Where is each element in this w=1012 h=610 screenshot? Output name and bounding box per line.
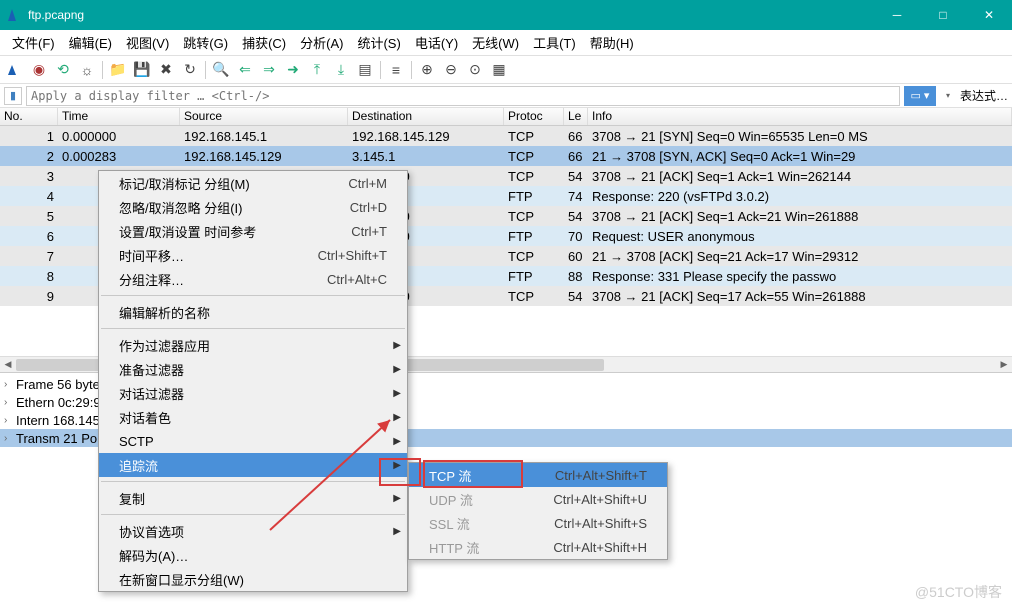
table-row[interactable]: 10.000000192.168.145.1192.168.145.129TCP… bbox=[0, 126, 1012, 146]
menu-item[interactable]: 追踪流▶ bbox=[99, 453, 407, 477]
menu-item[interactable]: 作为过滤器应用▶ bbox=[99, 333, 407, 357]
menu-item[interactable]: SCTP▶ bbox=[99, 429, 407, 453]
display-filter-input[interactable] bbox=[26, 86, 900, 106]
maximize-button[interactable]: □ bbox=[920, 0, 966, 30]
context-menu[interactable]: 标记/取消标记 分组(M)Ctrl+M忽略/取消忽略 分组(I)Ctrl+D设置… bbox=[98, 170, 408, 592]
scroll-left-icon[interactable]: ◀ bbox=[0, 357, 16, 373]
scroll-right-icon[interactable]: ▶ bbox=[996, 357, 1012, 373]
expression-button[interactable]: ▭ ▾ bbox=[904, 86, 936, 106]
menu-help[interactable]: 帮助(H) bbox=[584, 31, 640, 54]
bookmark-icon[interactable]: ▮ bbox=[4, 87, 22, 105]
col-length[interactable]: Le bbox=[564, 108, 588, 125]
menu-item[interactable]: 解码为(A)… bbox=[99, 543, 407, 567]
toolbar-stop-icon[interactable]: ◉ bbox=[28, 59, 50, 81]
menu-item[interactable]: 忽略/取消忽略 分组(I)Ctrl+D bbox=[99, 195, 407, 219]
minimize-button[interactable]: ─ bbox=[874, 0, 920, 30]
follow-stream-submenu[interactable]: TCP 流Ctrl+Alt+Shift+TUDP 流Ctrl+Alt+Shift… bbox=[408, 462, 668, 560]
toolbar-goto-icon[interactable]: ➜ bbox=[282, 59, 304, 81]
menu-item[interactable]: 对话过滤器▶ bbox=[99, 381, 407, 405]
close-button[interactable]: ✕ bbox=[966, 0, 1012, 30]
toolbar-zoomout-icon[interactable]: ⊖ bbox=[440, 59, 462, 81]
window-title: ftp.pcapng bbox=[28, 8, 874, 22]
app-icon bbox=[4, 5, 24, 25]
submenu-item[interactable]: HTTP 流Ctrl+Alt+Shift+H bbox=[409, 535, 667, 559]
toolbar-back-icon[interactable]: ⇐ bbox=[234, 59, 256, 81]
menu-tools[interactable]: 工具(T) bbox=[527, 31, 582, 54]
toolbar-find-icon[interactable]: 🔍 bbox=[210, 59, 232, 81]
toolbar-zoom100-icon[interactable]: ⊙ bbox=[464, 59, 486, 81]
submenu-item[interactable]: UDP 流Ctrl+Alt+Shift+U bbox=[409, 487, 667, 511]
col-info[interactable]: Info bbox=[588, 108, 1012, 125]
col-time[interactable]: Time bbox=[58, 108, 180, 125]
toolbar-open-icon[interactable]: 📁 bbox=[107, 59, 129, 81]
filter-bar: ▮ ▭ ▾ ▾ 表达式… bbox=[0, 84, 1012, 108]
titlebar: ftp.pcapng ─ □ ✕ bbox=[0, 0, 1012, 30]
toolbar-autoscroll-icon[interactable]: ▤ bbox=[354, 59, 376, 81]
toolbar-close-icon[interactable]: ✖ bbox=[155, 59, 177, 81]
menu-item[interactable]: 标记/取消标记 分组(M)Ctrl+M bbox=[99, 171, 407, 195]
menu-item[interactable]: 准备过滤器▶ bbox=[99, 357, 407, 381]
submenu-item[interactable]: TCP 流Ctrl+Alt+Shift+T bbox=[409, 463, 667, 487]
col-source[interactable]: Source bbox=[180, 108, 348, 125]
menu-item[interactable]: 时间平移…Ctrl+Shift+T bbox=[99, 243, 407, 267]
toolbar-colorize-icon[interactable]: ≡ bbox=[385, 59, 407, 81]
menu-capture[interactable]: 捕获(C) bbox=[236, 31, 292, 54]
toolbar-last-icon[interactable]: ⤓ bbox=[330, 59, 352, 81]
toolbar-reload-icon[interactable]: ↻ bbox=[179, 59, 201, 81]
menu-item[interactable]: 对话着色▶ bbox=[99, 405, 407, 429]
filter-dropdown-icon[interactable]: ▾ bbox=[940, 86, 956, 106]
menu-go[interactable]: 跳转(G) bbox=[177, 31, 234, 54]
menu-file[interactable]: 文件(F) bbox=[6, 31, 61, 54]
menu-item[interactable]: 协议首选项▶ bbox=[99, 519, 407, 543]
menu-item[interactable]: 复制▶ bbox=[99, 486, 407, 510]
toolbar-forward-icon[interactable]: ⇒ bbox=[258, 59, 280, 81]
toolbar-options-icon[interactable]: ☼ bbox=[76, 59, 98, 81]
menu-analyze[interactable]: 分析(A) bbox=[294, 31, 349, 54]
menu-view[interactable]: 视图(V) bbox=[120, 31, 175, 54]
menu-item[interactable]: 编辑解析的名称 bbox=[99, 300, 407, 324]
packet-headers: No. Time Source Destination Protoc Le In… bbox=[0, 108, 1012, 126]
menu-item[interactable]: 设置/取消设置 时间参考Ctrl+T bbox=[99, 219, 407, 243]
col-destination[interactable]: Destination bbox=[348, 108, 504, 125]
menu-statistics[interactable]: 统计(S) bbox=[351, 31, 406, 54]
menu-wireless[interactable]: 无线(W) bbox=[466, 31, 525, 54]
toolbar: ◉ ⟲ ☼ 📁 💾 ✖ ↻ 🔍 ⇐ ⇒ ➜ ⤒ ⤓ ▤ ≡ ⊕ ⊖ ⊙ ▦ bbox=[0, 56, 1012, 84]
expression-label[interactable]: 表达式… bbox=[960, 87, 1008, 104]
menu-edit[interactable]: 编辑(E) bbox=[63, 31, 118, 54]
menu-telephony[interactable]: 电话(Y) bbox=[409, 31, 464, 54]
menubar: 文件(F) 编辑(E) 视图(V) 跳转(G) 捕获(C) 分析(A) 统计(S… bbox=[0, 30, 1012, 56]
col-no[interactable]: No. bbox=[0, 108, 58, 125]
toolbar-shark-icon[interactable] bbox=[4, 59, 26, 81]
toolbar-save-icon[interactable]: 💾 bbox=[131, 59, 153, 81]
toolbar-first-icon[interactable]: ⤒ bbox=[306, 59, 328, 81]
toolbar-restart-icon[interactable]: ⟲ bbox=[52, 59, 74, 81]
toolbar-resize-icon[interactable]: ▦ bbox=[488, 59, 510, 81]
toolbar-zoomin-icon[interactable]: ⊕ bbox=[416, 59, 438, 81]
table-row[interactable]: 20.000283192.168.145.1293.145.1TCP6621 →… bbox=[0, 146, 1012, 166]
submenu-item[interactable]: SSL 流Ctrl+Alt+Shift+S bbox=[409, 511, 667, 535]
col-protocol[interactable]: Protoc bbox=[504, 108, 564, 125]
watermark: @51CTO博客 bbox=[915, 582, 1002, 602]
menu-item[interactable]: 在新窗口显示分组(W) bbox=[99, 567, 407, 591]
menu-item[interactable]: 分组注释…Ctrl+Alt+C bbox=[99, 267, 407, 291]
